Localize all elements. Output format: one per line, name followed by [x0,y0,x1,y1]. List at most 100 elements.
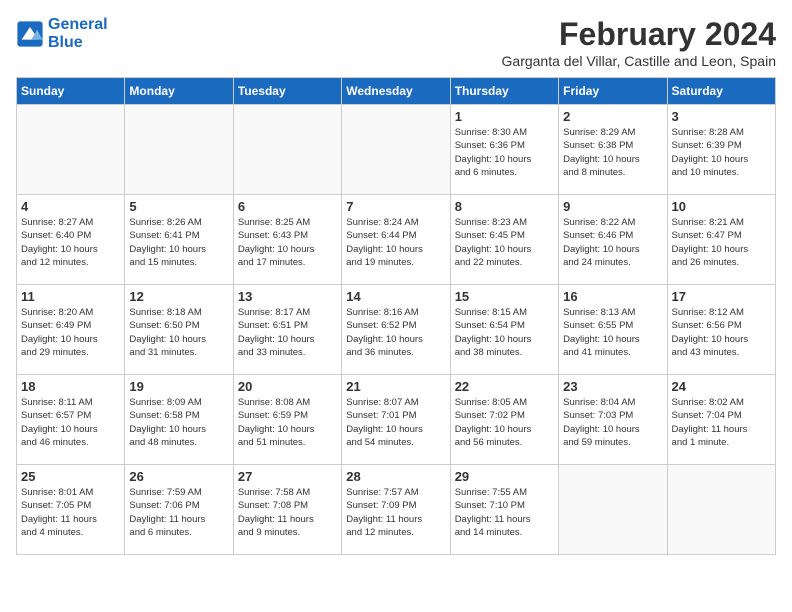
day-info: Sunrise: 8:21 AM Sunset: 6:47 PM Dayligh… [672,216,771,269]
day-info: Sunrise: 8:18 AM Sunset: 6:50 PM Dayligh… [129,306,228,359]
calendar-day-cell [125,105,233,195]
calendar-day-cell [17,105,125,195]
title-area: February 2024 Garganta del Villar, Casti… [502,16,776,69]
day-number: 12 [129,289,228,304]
day-info: Sunrise: 8:04 AM Sunset: 7:03 PM Dayligh… [563,396,662,449]
calendar-day-cell: 24 Sunrise: 8:02 AM Sunset: 7:04 PM Dayli… [667,375,775,465]
calendar-day-header: Thursday [450,78,558,105]
calendar-day-header: Friday [559,78,667,105]
day-number: 17 [672,289,771,304]
location-title: Garganta del Villar, Castille and Leon, … [502,53,776,69]
calendar-day-cell: 8 Sunrise: 8:23 AM Sunset: 6:45 PM Daylig… [450,195,558,285]
calendar-day-header: Saturday [667,78,775,105]
logo-text: General Blue [48,16,108,52]
day-info: Sunrise: 8:26 AM Sunset: 6:41 PM Dayligh… [129,216,228,269]
day-info: Sunrise: 8:17 AM Sunset: 6:51 PM Dayligh… [238,306,337,359]
day-info: Sunrise: 8:22 AM Sunset: 6:46 PM Dayligh… [563,216,662,269]
calendar-day-cell: 9 Sunrise: 8:22 AM Sunset: 6:46 PM Daylig… [559,195,667,285]
calendar-week-row: 25 Sunrise: 8:01 AM Sunset: 7:05 PM Dayli… [17,465,776,555]
calendar-day-cell: 28 Sunrise: 7:57 AM Sunset: 7:09 PM Dayli… [342,465,450,555]
day-info: Sunrise: 8:20 AM Sunset: 6:49 PM Dayligh… [21,306,120,359]
calendar-day-cell: 7 Sunrise: 8:24 AM Sunset: 6:44 PM Daylig… [342,195,450,285]
day-info: Sunrise: 8:08 AM Sunset: 6:59 PM Dayligh… [238,396,337,449]
day-number: 22 [455,379,554,394]
calendar-day-cell: 5 Sunrise: 8:26 AM Sunset: 6:41 PM Daylig… [125,195,233,285]
calendar-week-row: 4 Sunrise: 8:27 AM Sunset: 6:40 PM Daylig… [17,195,776,285]
day-info: Sunrise: 8:23 AM Sunset: 6:45 PM Dayligh… [455,216,554,269]
calendar-day-cell: 25 Sunrise: 8:01 AM Sunset: 7:05 PM Dayli… [17,465,125,555]
calendar-day-cell: 29Sunrise: 7:55 AM Sunset: 7:10 PM Dayli… [450,465,558,555]
calendar-day-cell: 16 Sunrise: 8:13 AM Sunset: 6:55 PM Dayli… [559,285,667,375]
day-number: 26 [129,469,228,484]
day-info: Sunrise: 8:05 AM Sunset: 7:02 PM Dayligh… [455,396,554,449]
day-info: Sunrise: 8:29 AM Sunset: 6:38 PM Dayligh… [563,126,662,179]
day-number: 7 [346,199,445,214]
day-number: 24 [672,379,771,394]
calendar-day-cell: 17 Sunrise: 8:12 AM Sunset: 6:56 PM Dayli… [667,285,775,375]
calendar-week-row: 1Sunrise: 8:30 AM Sunset: 6:36 PM Daylig… [17,105,776,195]
day-number: 4 [21,199,120,214]
day-number: 14 [346,289,445,304]
calendar-day-cell: 3 Sunrise: 8:28 AM Sunset: 6:39 PM Daylig… [667,105,775,195]
day-info: Sunrise: 8:27 AM Sunset: 6:40 PM Dayligh… [21,216,120,269]
calendar-day-header: Sunday [17,78,125,105]
logo-icon [16,20,44,48]
calendar-day-cell: 27Sunrise: 7:58 AM Sunset: 7:08 PM Dayli… [233,465,341,555]
day-info: Sunrise: 8:01 AM Sunset: 7:05 PM Dayligh… [21,486,120,539]
day-number: 8 [455,199,554,214]
day-info: Sunrise: 7:57 AM Sunset: 7:09 PM Dayligh… [346,486,445,539]
day-info: Sunrise: 7:59 AM Sunset: 7:06 PM Dayligh… [129,486,228,539]
day-info: Sunrise: 8:07 AM Sunset: 7:01 PM Dayligh… [346,396,445,449]
calendar-day-header: Tuesday [233,78,341,105]
calendar-day-cell: 20 Sunrise: 8:08 AM Sunset: 6:59 PM Dayli… [233,375,341,465]
day-info: Sunrise: 8:16 AM Sunset: 6:52 PM Dayligh… [346,306,445,359]
calendar-day-header: Wednesday [342,78,450,105]
calendar-week-row: 11 Sunrise: 8:20 AM Sunset: 6:49 PM Dayli… [17,285,776,375]
day-number: 21 [346,379,445,394]
logo: General Blue [16,16,108,52]
calendar-day-cell: 12 Sunrise: 8:18 AM Sunset: 6:50 PM Dayli… [125,285,233,375]
calendar-table: SundayMondayTuesdayWednesdayThursdayFrid… [16,77,776,555]
day-info: Sunrise: 8:24 AM Sunset: 6:44 PM Dayligh… [346,216,445,269]
calendar-day-cell: 26 Sunrise: 7:59 AM Sunset: 7:06 PM Dayli… [125,465,233,555]
page-header: General Blue February 2024 Garganta del … [16,16,776,69]
day-number: 25 [21,469,120,484]
day-number: 6 [238,199,337,214]
day-number: 16 [563,289,662,304]
calendar-day-cell [233,105,341,195]
day-info: Sunrise: 8:12 AM Sunset: 6:56 PM Dayligh… [672,306,771,359]
calendar-day-cell: 19Sunrise: 8:09 AM Sunset: 6:58 PM Dayli… [125,375,233,465]
day-info: Sunrise: 8:02 AM Sunset: 7:04 PM Dayligh… [672,396,771,449]
day-number: 28 [346,469,445,484]
calendar-day-cell: 10 Sunrise: 8:21 AM Sunset: 6:47 PM Dayli… [667,195,775,285]
calendar-day-cell [559,465,667,555]
day-number: 11 [21,289,120,304]
day-number: 3 [672,109,771,124]
day-info: Sunrise: 8:28 AM Sunset: 6:39 PM Dayligh… [672,126,771,179]
day-number: 20 [238,379,337,394]
calendar-day-cell: 1Sunrise: 8:30 AM Sunset: 6:36 PM Daylig… [450,105,558,195]
day-number: 13 [238,289,337,304]
day-info: Sunrise: 8:09 AM Sunset: 6:58 PM Dayligh… [129,396,228,449]
calendar-body: 1Sunrise: 8:30 AM Sunset: 6:36 PM Daylig… [17,105,776,555]
calendar-header: SundayMondayTuesdayWednesdayThursdayFrid… [17,78,776,105]
calendar-day-cell: 13 Sunrise: 8:17 AM Sunset: 6:51 PM Dayli… [233,285,341,375]
day-number: 10 [672,199,771,214]
day-number: 15 [455,289,554,304]
day-number: 27 [238,469,337,484]
month-title: February 2024 [502,16,776,53]
day-info: Sunrise: 8:15 AM Sunset: 6:54 PM Dayligh… [455,306,554,359]
day-info: Sunrise: 8:25 AM Sunset: 6:43 PM Dayligh… [238,216,337,269]
calendar-day-cell [342,105,450,195]
day-number: 23 [563,379,662,394]
calendar-day-cell: 6 Sunrise: 8:25 AM Sunset: 6:43 PM Daylig… [233,195,341,285]
day-number: 9 [563,199,662,214]
calendar-day-cell: 11 Sunrise: 8:20 AM Sunset: 6:49 PM Dayli… [17,285,125,375]
day-info: Sunrise: 8:13 AM Sunset: 6:55 PM Dayligh… [563,306,662,359]
day-info: Sunrise: 8:11 AM Sunset: 6:57 PM Dayligh… [21,396,120,449]
day-number: 5 [129,199,228,214]
day-number: 18 [21,379,120,394]
calendar-day-cell [667,465,775,555]
day-number: 1 [455,109,554,124]
calendar-day-cell: 15 Sunrise: 8:15 AM Sunset: 6:54 PM Dayli… [450,285,558,375]
